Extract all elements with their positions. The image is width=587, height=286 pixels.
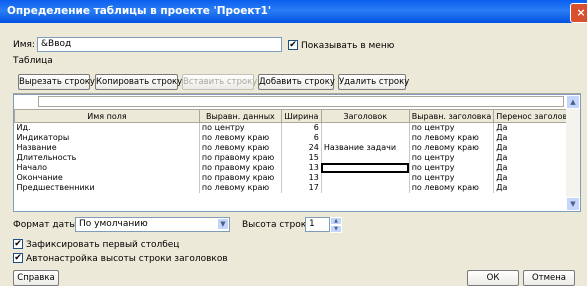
scroll-up-icon[interactable]: ▲ — [566, 95, 580, 109]
delete-row-button[interactable]: Удалить строку — [338, 74, 409, 90]
date-format-select[interactable]: По умолчанию — [75, 217, 230, 232]
cell-width[interactable]: 17 — [281, 183, 322, 193]
cell-title-active[interactable] — [321, 163, 410, 173]
cell-edit-bar[interactable] — [38, 96, 564, 107]
ok-button[interactable]: ОК — [467, 270, 519, 286]
cut-row-button[interactable]: Вырезать строку — [18, 74, 95, 90]
cell-field-name[interactable]: Предшественники — [14, 183, 200, 193]
column-header-field-name[interactable]: Имя поля — [14, 109, 200, 123]
table-row[interactable]: Начало по правому краю 13 по центру Да — [14, 163, 580, 173]
date-format-label: Формат даты: — [13, 220, 80, 230]
lock-first-column-checkbox[interactable]: ✔ — [13, 239, 23, 249]
field-table: Имя поля Выравн. данных Ширина Заголовок… — [14, 109, 580, 193]
cell-width[interactable]: 24 — [281, 143, 322, 153]
name-input[interactable]: &Ввод — [37, 37, 282, 52]
chevron-down-icon[interactable]: ▼ — [217, 218, 229, 230]
column-header-title[interactable]: Заголовок — [320, 109, 410, 123]
cancel-button[interactable]: Отмена — [523, 270, 575, 286]
cell-title-align[interactable]: по левому краю — [409, 143, 495, 153]
add-row-button[interactable]: Добавить строку — [258, 74, 335, 90]
cell-width[interactable]: 13 — [281, 173, 322, 183]
field-grid[interactable]: Имя поля Выравн. данных Ширина Заголовок… — [13, 94, 581, 212]
spin-down-icon[interactable]: ▼ — [330, 225, 342, 233]
cell-title-align[interactable]: по центру — [409, 122, 495, 133]
cell-data-align[interactable]: по центру — [199, 122, 282, 133]
name-label: Имя: — [13, 40, 35, 50]
row-height-label: Высота строк: — [242, 220, 310, 230]
window-title: Определение таблицы в проекте 'Проект1' — [7, 5, 272, 17]
vertical-scrollbar[interactable]: ▲ ▼ — [566, 95, 580, 211]
close-button[interactable]: × — [570, 3, 587, 23]
table-header-row: Имя поля Выравн. данных Ширина Заголовок… — [14, 109, 580, 123]
cell-field-name[interactable]: Индикаторы — [14, 133, 200, 143]
autofit-header-checkbox[interactable]: ✔ — [13, 253, 23, 263]
cell-width[interactable]: 6 — [281, 122, 322, 133]
cell-field-name[interactable]: Название — [14, 143, 200, 153]
show-in-menu-label: Показывать в меню — [301, 41, 395, 51]
column-header-width[interactable]: Ширина — [280, 109, 322, 123]
title-bar: Определение таблицы в проекте 'Проект1' … — [0, 0, 587, 23]
table-row[interactable]: Окончание по правому краю 13 по центру Д… — [14, 173, 580, 183]
table-row[interactable]: Длительность по правому краю 15 по центр… — [14, 153, 580, 163]
paste-row-button[interactable]: Вставить строку — [182, 74, 257, 90]
cell-width[interactable]: 15 — [281, 153, 322, 163]
cell-title[interactable] — [321, 122, 410, 133]
cell-title[interactable]: Название задачи — [321, 143, 410, 153]
lock-first-column-label: Зафиксировать первый столбец — [26, 240, 180, 250]
cell-data-align[interactable]: по левому краю — [199, 143, 282, 153]
cell-title[interactable] — [321, 173, 410, 183]
cell-data-align[interactable]: по левому краю — [199, 133, 282, 143]
cell-data-align[interactable]: по правому краю — [199, 153, 282, 163]
spin-up-icon[interactable]: ▲ — [330, 217, 342, 225]
cell-title-align[interactable]: по левому краю — [409, 183, 495, 193]
column-header-data-align[interactable]: Выравн. данных — [198, 109, 282, 123]
show-in-menu-checkbox[interactable]: ✔ — [288, 40, 298, 50]
cell-title-align[interactable]: по центру — [409, 173, 495, 183]
cell-title-align[interactable]: по центру — [409, 153, 495, 163]
cell-title[interactable] — [321, 153, 410, 163]
cell-title[interactable] — [321, 183, 410, 193]
cell-title-align[interactable]: по центру — [409, 163, 495, 173]
table-row[interactable]: Название по левому краю 24 Название зада… — [14, 143, 580, 153]
cell-field-name[interactable]: Ид. — [14, 122, 200, 133]
table-group-label: Таблица — [13, 56, 53, 66]
cell-title[interactable] — [321, 133, 410, 143]
column-header-title-align[interactable]: Выравн. заголовка — [408, 109, 495, 123]
scroll-down-icon[interactable]: ▼ — [566, 197, 580, 211]
table-row[interactable]: Ид. по центру 6 по центру Да — [14, 122, 580, 133]
table-row[interactable]: Индикаторы по левому краю 6 по левому кр… — [14, 133, 580, 143]
cell-data-align[interactable]: по правому краю — [199, 173, 282, 183]
cell-field-name[interactable]: Длительность — [14, 153, 200, 163]
cell-field-name[interactable]: Начало — [14, 163, 200, 173]
cell-data-align[interactable]: по правому краю — [199, 163, 282, 173]
cell-data-align[interactable]: по левому краю — [199, 183, 282, 193]
copy-row-button[interactable]: Копировать строку — [95, 74, 182, 90]
cell-title-align[interactable]: по левому краю — [409, 133, 495, 143]
cell-field-name[interactable]: Окончание — [14, 173, 200, 183]
cell-width[interactable]: 6 — [281, 133, 322, 143]
cell-width[interactable]: 13 — [281, 163, 322, 173]
help-button[interactable]: Справка — [13, 270, 59, 286]
autofit-header-label: Автонастройка высоты строки заголовков — [26, 254, 228, 264]
table-row[interactable]: Предшественники по левому краю 17 по лев… — [14, 183, 580, 193]
row-height-input[interactable]: 1 — [305, 217, 330, 232]
